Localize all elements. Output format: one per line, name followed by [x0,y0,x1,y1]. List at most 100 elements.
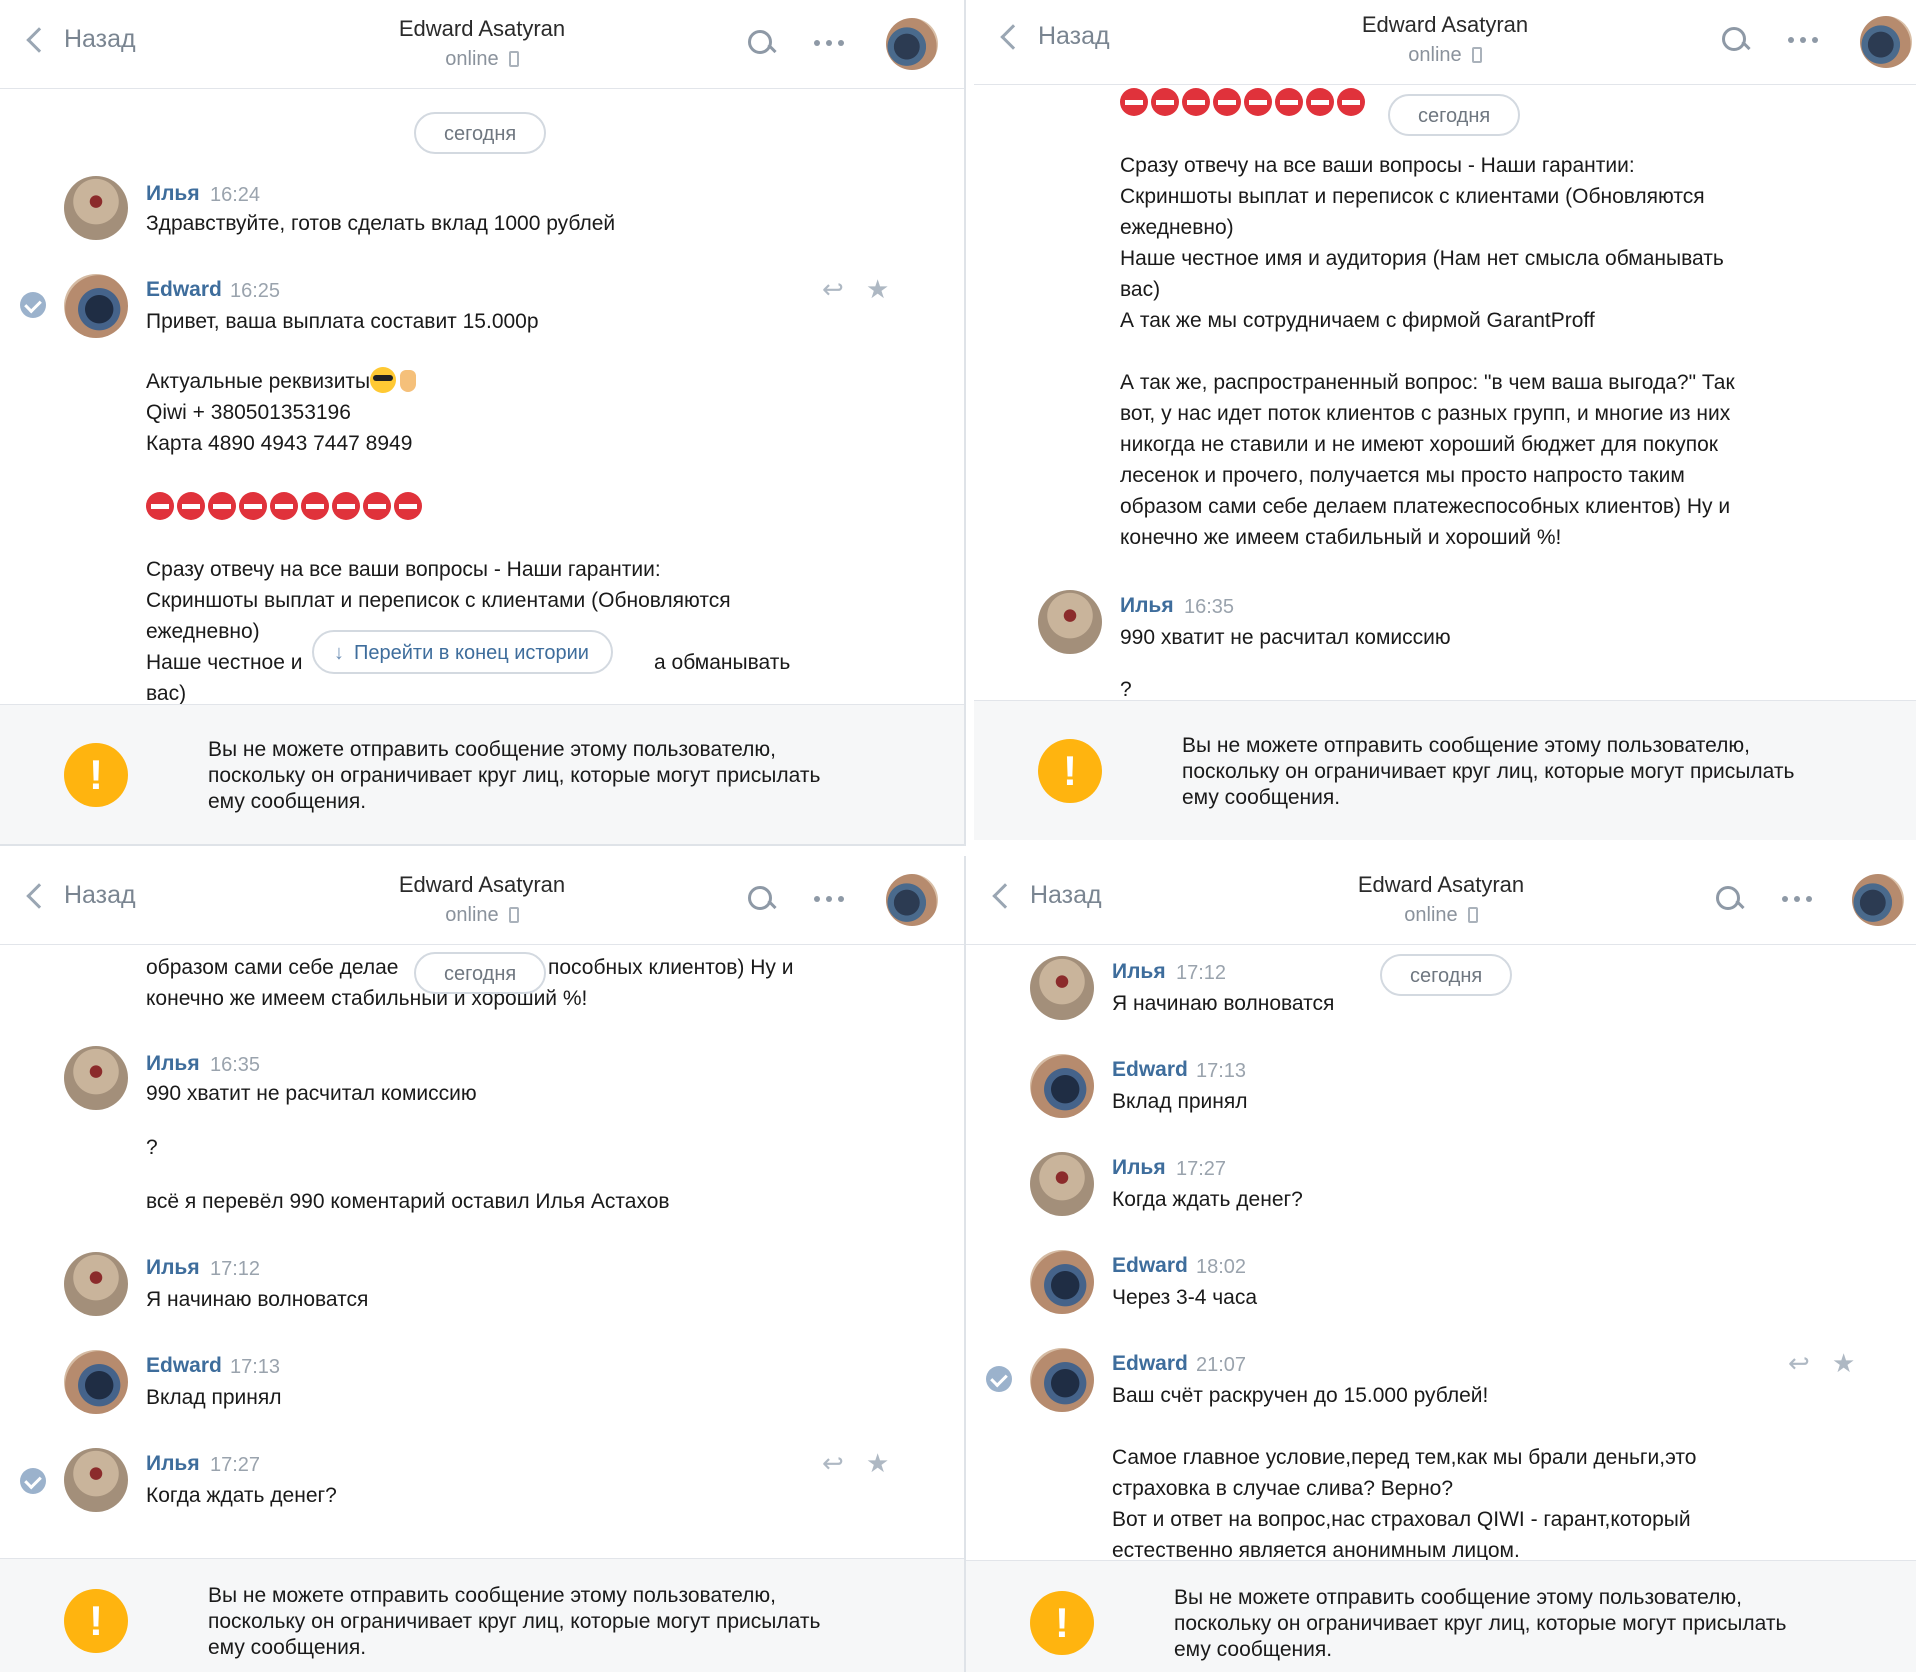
scroll-to-end-label: Перейти в конец истории [354,642,589,664]
reply-icon[interactable]: ↩ [1788,1348,1810,1379]
point-down-emoji-icon [400,370,417,392]
chat-panel-3: Назад Edward Asatyran online образом сам… [0,856,966,1672]
avatar[interactable] [64,1252,128,1316]
avatar[interactable] [886,874,938,926]
chat-title: Edward Asatyran [398,16,566,41]
more-icon[interactable] [814,896,844,902]
more-icon[interactable] [814,40,844,46]
stop-emoji-icon [1275,88,1303,116]
reply-icon[interactable]: ↩ [822,1448,844,1479]
stop-emoji-icon [1120,88,1148,116]
message-text: Самое главное условие,перед тем,как мы б… [1112,1446,1697,1562]
sunglasses-emoji-icon [370,367,397,393]
message-time[interactable]: 17:13 [230,1356,280,1379]
avatar[interactable] [64,274,128,338]
message-text: Привет, ваша выплата составит 15.000р [146,310,539,333]
date-divider: сегодня [1388,94,1521,136]
message-time[interactable]: 17:27 [210,1454,260,1477]
check-icon [20,292,46,318]
avatar[interactable] [1030,1152,1094,1216]
avatar[interactable] [1030,1054,1094,1118]
search-icon[interactable] [1716,886,1742,912]
stop-emoji-icon [208,492,236,520]
message-time[interactable]: 17:12 [1176,962,1226,985]
message-time[interactable]: 21:07 [1196,1354,1246,1377]
check-icon [986,1366,1012,1392]
stop-emoji-icon [146,492,174,520]
message-time[interactable]: 16:24 [210,184,260,207]
message-time[interactable]: 17:13 [1196,1060,1246,1083]
star-icon[interactable]: ★ [1832,1348,1855,1379]
message-author[interactable]: Илья [146,1052,200,1076]
scroll-to-end-button[interactable]: ↓ Перейти в конец истории [312,630,613,674]
message-time[interactable]: 17:12 [210,1258,260,1281]
message-time[interactable]: 18:02 [1196,1256,1246,1279]
message-author[interactable]: Edward [146,278,222,302]
message-time[interactable]: 17:27 [1176,1158,1226,1181]
phone-icon [1471,47,1482,63]
notice-text: Вы не можете отправить сообщение этому п… [1182,734,1795,809]
stop-emoji-icon [301,492,329,520]
stop-emoji-icon [1244,88,1272,116]
message-text: ? [146,1136,158,1159]
arrow-down-icon: ↓ [334,642,344,664]
search-icon[interactable] [1722,27,1748,53]
stop-emoji-icon [239,492,267,520]
status-text: online [445,48,499,70]
chat-title: Edward Asatyran [1361,12,1529,37]
message-text: А так же, распространенный вопрос: "в че… [1120,371,1735,549]
message-author[interactable]: Илья [1112,960,1166,984]
avatar[interactable] [1860,16,1912,68]
status-text: online [1408,44,1462,66]
message-text: Я начинаю волноватся [146,1288,369,1311]
message-author[interactable]: Илья [146,1256,200,1280]
more-icon[interactable] [1782,896,1812,902]
cannot-send-notice: ! Вы не можете отправить сообщение этому… [974,700,1916,840]
avatar[interactable] [1038,590,1102,654]
message-text: 990 хватит не расчитал комиссию [146,1082,477,1105]
message-text: Я начинаю волноватся [1112,992,1335,1015]
avatar[interactable] [64,1350,128,1414]
message-author[interactable]: Илья [146,182,200,206]
reply-icon[interactable]: ↩ [822,274,844,305]
chat-panel-1: Назад Edward Asatyran online сегодня Иль… [0,0,966,846]
star-icon[interactable]: ★ [866,274,889,305]
message-text: а обманывать [654,651,791,674]
message-text: Когда ждать денег? [1112,1188,1303,1211]
stop-emoji-icon [270,492,298,520]
avatar[interactable] [1852,874,1904,926]
chat-header: Назад Edward Asatyran online [974,0,1916,85]
star-icon[interactable]: ★ [866,1448,889,1479]
stop-emoji-icon [1151,88,1179,116]
avatar[interactable] [1030,956,1094,1020]
message-author[interactable]: Edward [1112,1352,1188,1376]
search-icon[interactable] [748,30,774,56]
chat-header: Назад Edward Asatyran online [0,0,964,89]
avatar[interactable] [1030,1250,1094,1314]
avatar[interactable] [886,18,938,70]
message-time[interactable]: 16:25 [230,280,280,303]
search-icon[interactable] [748,886,774,912]
message-author[interactable]: Edward [1112,1058,1188,1082]
stop-emoji-icon [363,492,391,520]
message-text: ежедневно) Наше честное и [146,620,303,674]
message-author[interactable]: Илья [1120,594,1174,618]
status-text: online [445,904,499,926]
message-author[interactable]: Edward [146,1354,222,1378]
message-author[interactable]: Илья [146,1452,200,1476]
date-divider: сегодня [414,112,547,154]
message-author[interactable]: Илья [1112,1156,1166,1180]
chat-header: Назад Edward Asatyran online [966,856,1916,945]
stop-emoji-icon [1306,88,1334,116]
message-author[interactable]: Edward [1112,1254,1188,1278]
more-icon[interactable] [1788,37,1818,43]
message-text: Карта 4890 4943 7447 8949 [146,432,413,455]
avatar[interactable] [64,1448,128,1512]
avatar[interactable] [64,176,128,240]
message-time[interactable]: 16:35 [1184,596,1234,619]
message-text: Сразу отвечу на все ваши вопросы - Наши … [146,558,731,612]
message-time[interactable]: 16:35 [210,1054,260,1077]
avatar[interactable] [1030,1348,1094,1412]
avatar[interactable] [64,1046,128,1110]
message-text: Ваш счёт раскручен до 15.000 рублей! [1112,1384,1489,1407]
